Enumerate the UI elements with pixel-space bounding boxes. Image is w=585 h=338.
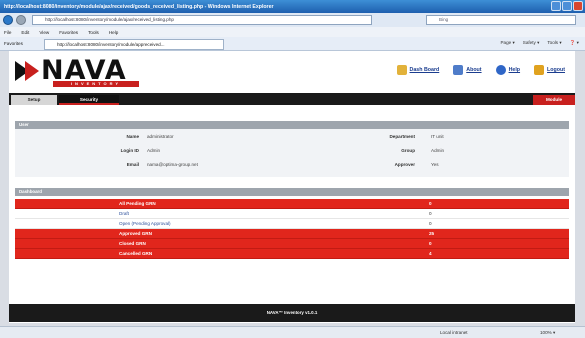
row-count: 4: [429, 251, 432, 256]
maximize-icon[interactable]: [562, 1, 572, 11]
window-titlebar: http://localhost:8080/inventory/module/a…: [0, 0, 585, 13]
help-link[interactable]: Help: [495, 65, 521, 75]
row-label: Approved GRN: [119, 231, 152, 236]
close-icon[interactable]: [573, 1, 583, 11]
help-menu[interactable]: ❓ ▾: [570, 40, 579, 46]
dashboard-link[interactable]: Dash Board: [396, 65, 440, 75]
help-label: Help: [508, 67, 521, 73]
back-icon[interactable]: [3, 15, 13, 25]
browser-tab[interactable]: http://localhost:8080/inventory/module/a…: [44, 39, 224, 50]
user-row-email: Email nama@optima-group.net Approver Yes: [15, 162, 569, 170]
about-label: About: [466, 67, 482, 73]
table-row[interactable]: Approved GRN 25: [15, 229, 569, 239]
favorites-bar: Favorites http://localhost:8080/inventor…: [0, 37, 585, 51]
row-count: 25: [429, 231, 435, 236]
logout-icon: [534, 65, 545, 75]
tab-setup[interactable]: Setup: [11, 95, 57, 105]
browser-statusbar: Local intranet 100% ▾: [0, 326, 585, 338]
table-row[interactable]: Open (Pending Approval) 0: [15, 219, 569, 229]
table-row[interactable]: Draft 0: [15, 209, 569, 219]
row-count: 0: [429, 241, 432, 246]
row-count: 0: [429, 221, 432, 226]
approver-value: Yes: [431, 162, 439, 167]
dashboard-icon: [396, 65, 407, 75]
security-zone: Local intranet: [440, 330, 468, 335]
logout-label: Logout: [547, 67, 565, 73]
browser-menubar: File Edit View Favorites Tools Help: [0, 27, 585, 37]
row-label: All Pending GRN: [119, 201, 156, 206]
row-label: Closed GRN: [119, 241, 146, 246]
row-label: Cancelled GRN: [119, 251, 153, 256]
department-value: IT unit: [431, 134, 444, 139]
about-icon: [453, 65, 464, 75]
row-count: 0: [429, 201, 432, 206]
login-label: Login ID: [120, 148, 139, 153]
tab-security[interactable]: Security: [59, 95, 119, 105]
user-row-name: Name administrator Department IT unit: [15, 134, 569, 142]
zoom-level[interactable]: 100% ▾: [540, 327, 555, 338]
forward-icon[interactable]: [16, 15, 26, 25]
approver-label: Approver: [394, 162, 415, 167]
menu-file[interactable]: File: [4, 30, 11, 35]
row-label: Draft: [119, 211, 129, 216]
about-link[interactable]: About: [453, 65, 482, 75]
menu-help[interactable]: Help: [109, 30, 118, 35]
favorites-button[interactable]: Favorites: [4, 41, 23, 46]
logo-arrow-red-icon: [25, 61, 39, 81]
name-label: Name: [126, 134, 139, 139]
menu-edit[interactable]: Edit: [21, 30, 29, 35]
table-row[interactable]: All Pending GRN 0: [15, 199, 569, 209]
window-controls: [551, 1, 583, 11]
tab-module[interactable]: Module: [533, 95, 575, 105]
menu-favorites[interactable]: Favorites: [59, 30, 78, 35]
row-count: 0: [429, 211, 432, 216]
dashboard-label: Dash Board: [409, 67, 440, 73]
user-info-panel: Name administrator Department IT unit Lo…: [15, 129, 569, 177]
user-section-header: User: [15, 121, 569, 129]
top-links: Dash Board About Help Logout: [396, 65, 565, 75]
page-content: NAVA INVENTORY Dash Board About Help Log…: [9, 51, 575, 323]
page-footer: NAVA™ Inventory v1.0.1: [9, 304, 575, 322]
user-row-login: Login ID Admin Group Admin: [15, 148, 569, 156]
page-menu[interactable]: Page ▾: [500, 40, 514, 46]
email-label: Email: [126, 162, 139, 167]
menu-tools[interactable]: Tools: [88, 30, 99, 35]
table-row[interactable]: Closed GRN 0: [15, 239, 569, 249]
help-icon: [495, 65, 506, 75]
menu-view[interactable]: View: [39, 30, 49, 35]
search-input[interactable]: Bing: [426, 15, 576, 25]
table-row[interactable]: Cancelled GRN 4: [15, 249, 569, 259]
ie-toolbar: Page ▾ Safety ▾ Tools ▾ ❓ ▾: [500, 40, 579, 46]
group-value: Admin: [431, 148, 445, 153]
logout-link[interactable]: Logout: [534, 65, 565, 75]
dashboard-table: All Pending GRN 0 Draft 0 Open (Pending …: [15, 199, 569, 259]
dashboard-section-header: Dashboard: [15, 188, 569, 196]
tools-menu[interactable]: Tools ▾: [547, 40, 561, 46]
department-label: Department: [389, 134, 415, 139]
logo-text: NAVA: [41, 55, 127, 86]
browser-navbar: http://localhost:8080/inventory/module/a…: [0, 13, 585, 27]
logo-subtitle: INVENTORY: [53, 81, 139, 87]
safety-menu[interactable]: Safety ▾: [523, 40, 540, 46]
minimize-icon[interactable]: [551, 1, 561, 11]
window-title: http://localhost:8080/inventory/module/a…: [4, 3, 274, 10]
login-value: Admin: [147, 148, 161, 153]
app-header: NAVA INVENTORY Dash Board About Help Log…: [9, 51, 575, 93]
address-bar[interactable]: http://localhost:8080/inventory/module/a…: [32, 15, 372, 25]
row-label: Open (Pending Approval): [119, 221, 171, 226]
name-value: administrator: [147, 134, 174, 139]
group-label: Group: [401, 148, 415, 153]
main-tabbar: Setup Security Module: [9, 93, 575, 105]
email-value: nama@optima-group.net: [147, 162, 198, 167]
